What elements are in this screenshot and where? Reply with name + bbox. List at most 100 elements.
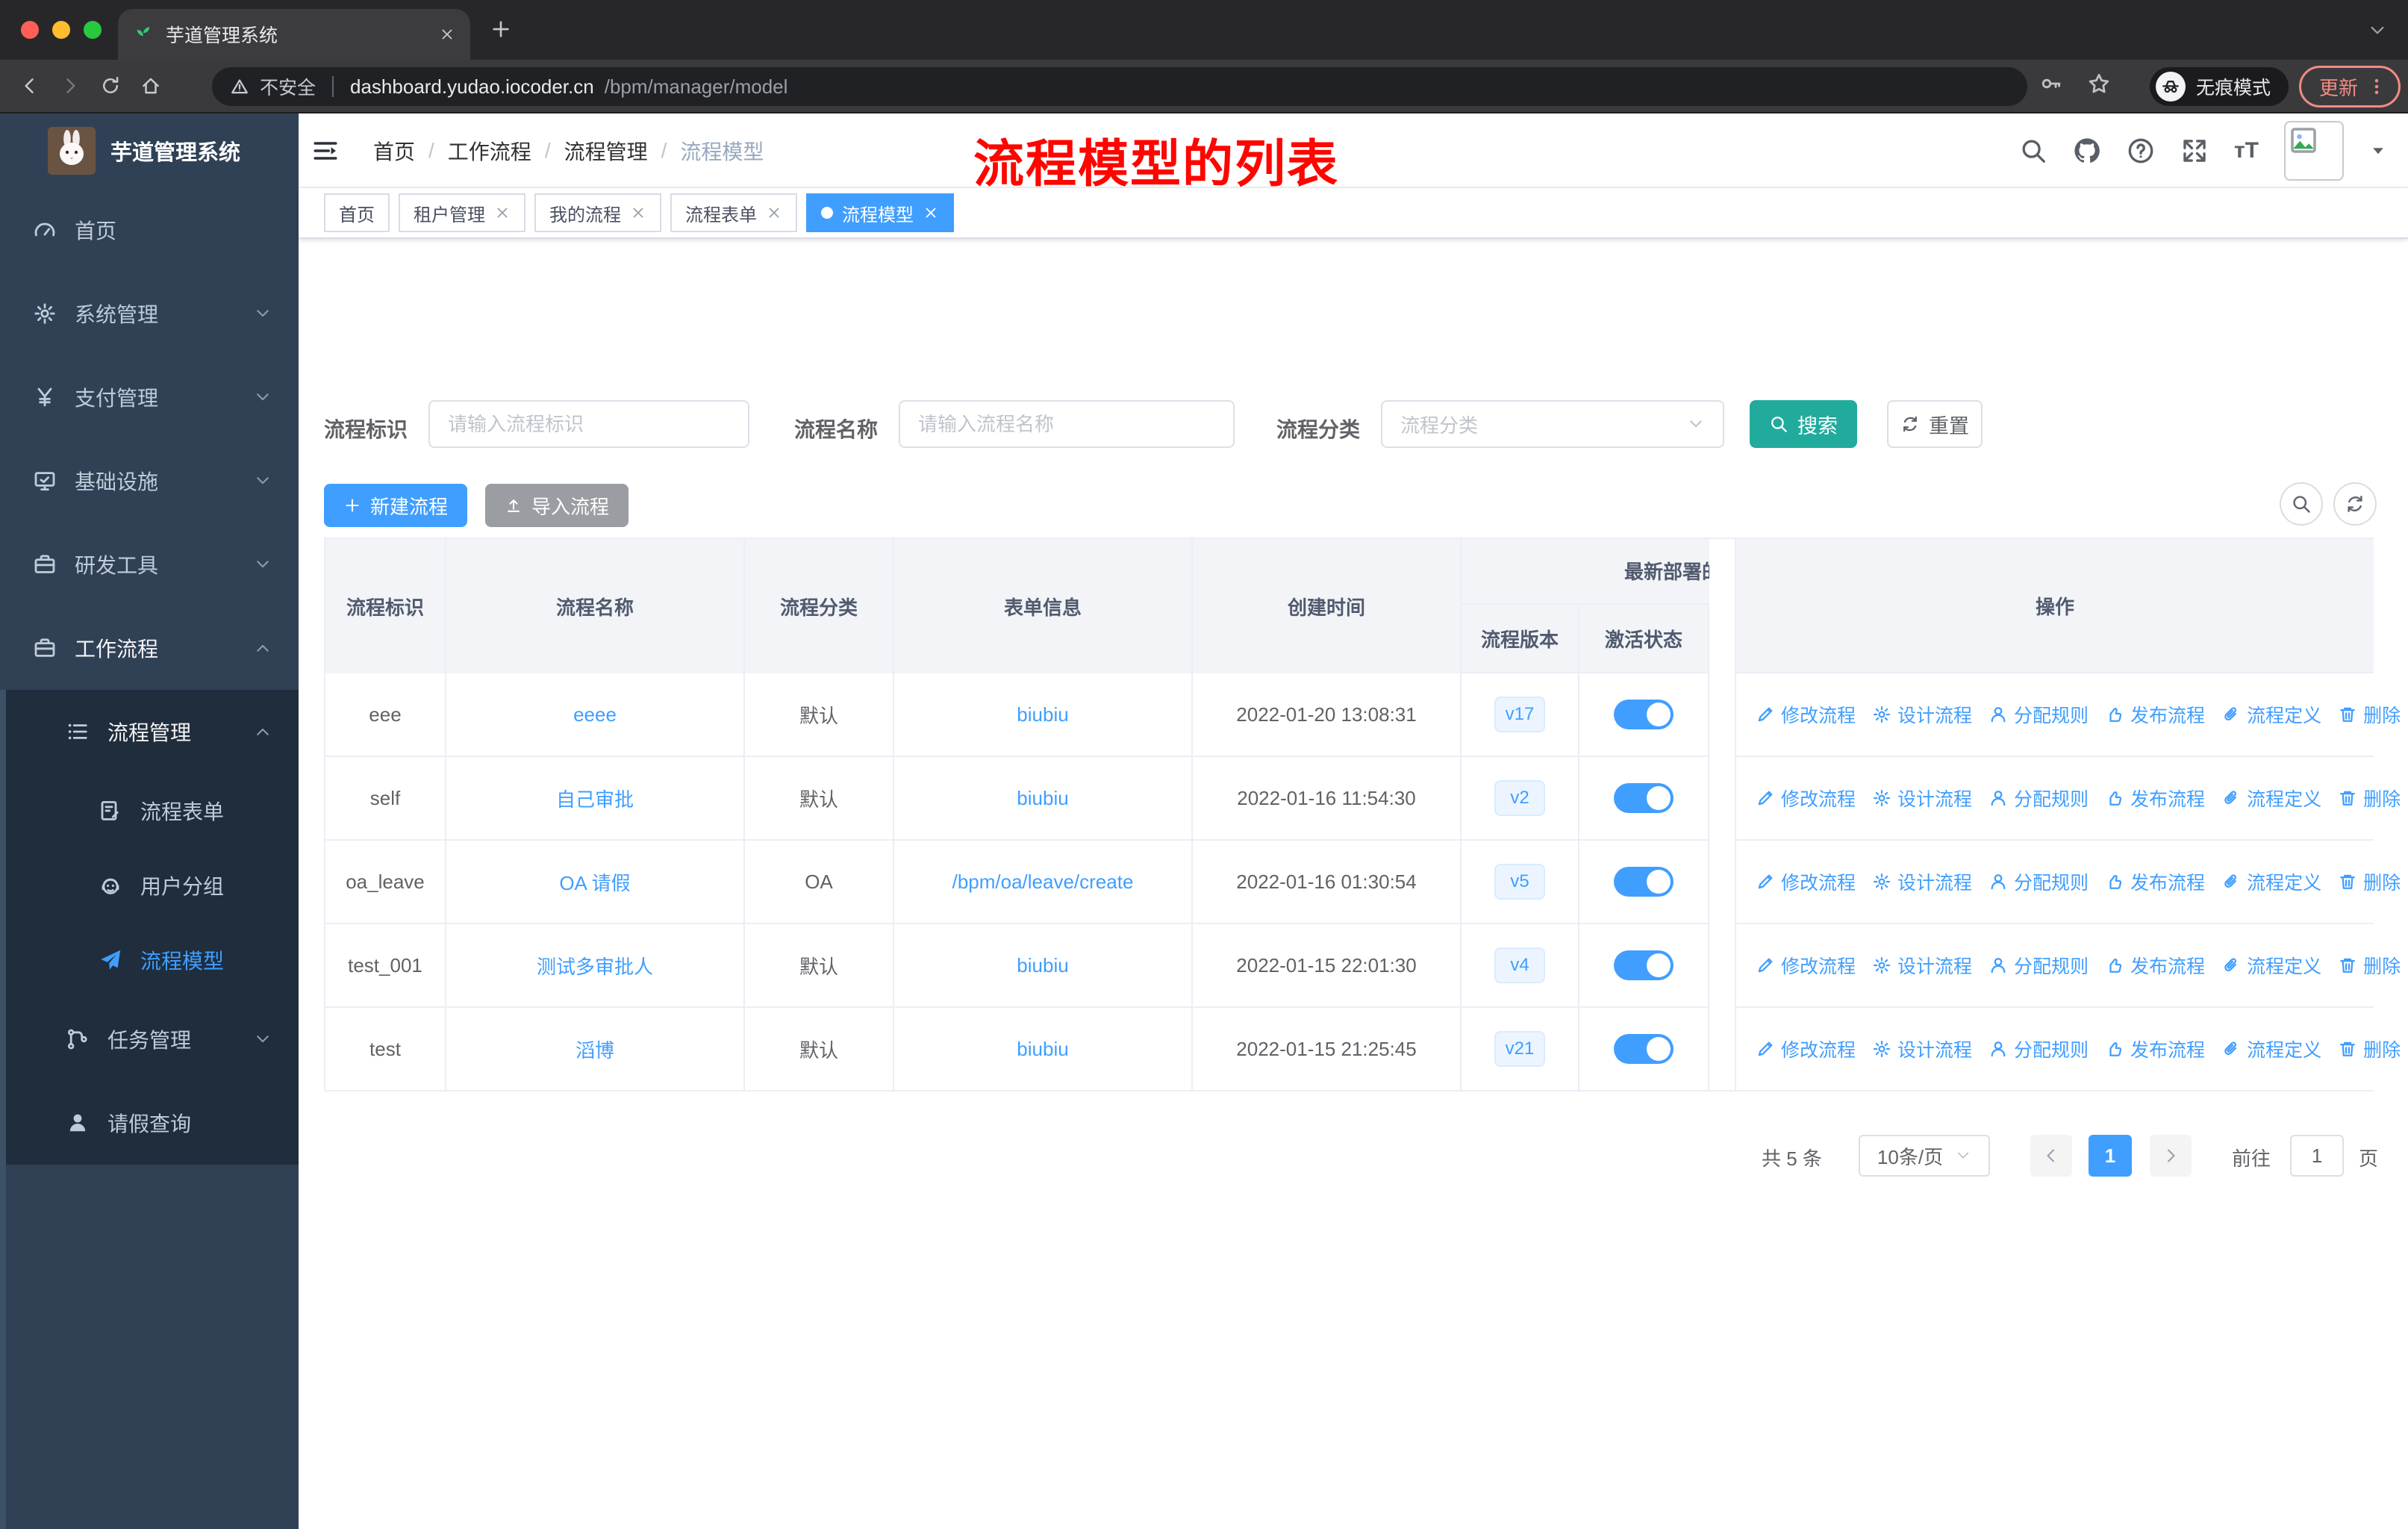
action-process-definition[interactable]: 流程定义 bbox=[2221, 1036, 2321, 1062]
process-name-link[interactable]: 测试多审批人 bbox=[537, 952, 653, 980]
search-button[interactable]: 搜索 bbox=[1750, 400, 1857, 448]
action-process-definition[interactable]: 流程定义 bbox=[2221, 701, 2321, 728]
form-info-link[interactable]: biubiu bbox=[1017, 787, 1068, 810]
caret-down-icon[interactable] bbox=[2369, 142, 2387, 160]
reset-button[interactable]: 重置 bbox=[1887, 400, 1983, 448]
action-process-definition[interactable]: 流程定义 bbox=[2221, 952, 2321, 979]
form-info-link[interactable]: /bpm/oa/leave/create bbox=[952, 871, 1134, 894]
search-icon[interactable] bbox=[2019, 137, 2047, 165]
window-minimize-button[interactable] bbox=[52, 21, 70, 39]
tag-my-process[interactable]: 我的流程 bbox=[534, 193, 661, 232]
tag-tenant[interactable]: 租户管理 bbox=[399, 193, 525, 232]
process-id-input[interactable] bbox=[428, 400, 749, 448]
new-tab-button[interactable] bbox=[490, 18, 512, 40]
active-toggle[interactable] bbox=[1614, 950, 1674, 980]
sidebar-item-home[interactable]: 首页 bbox=[0, 188, 299, 272]
reload-button[interactable] bbox=[100, 75, 121, 96]
action-delete[interactable]: 删除 bbox=[2338, 785, 2401, 812]
action-design-process[interactable]: 设计流程 bbox=[1872, 1036, 1972, 1062]
form-info-link[interactable]: biubiu bbox=[1017, 954, 1068, 977]
form-info-link[interactable]: biubiu bbox=[1017, 703, 1068, 726]
sidebar-item-devtools[interactable]: 研发工具 bbox=[0, 523, 299, 606]
breadcrumb-workflow[interactable]: 工作流程 bbox=[448, 136, 531, 166]
action-assign-rule[interactable]: 分配规则 bbox=[1989, 785, 2089, 812]
prev-page-button[interactable] bbox=[2030, 1135, 2072, 1177]
action-publish-process[interactable]: 发布流程 bbox=[2105, 1036, 2205, 1062]
action-modify-process[interactable]: 修改流程 bbox=[1756, 785, 1856, 812]
breadcrumb-home[interactable]: 首页 bbox=[373, 136, 415, 166]
close-icon[interactable] bbox=[494, 205, 511, 221]
action-delete[interactable]: 删除 bbox=[2338, 952, 2401, 979]
close-icon[interactable] bbox=[923, 205, 939, 221]
action-modify-process[interactable]: 修改流程 bbox=[1756, 868, 1856, 895]
help-icon[interactable] bbox=[2127, 137, 2155, 165]
active-toggle[interactable] bbox=[1614, 700, 1674, 729]
action-publish-process[interactable]: 发布流程 bbox=[2105, 785, 2205, 812]
action-process-definition[interactable]: 流程定义 bbox=[2221, 868, 2321, 895]
password-key-icon[interactable] bbox=[2039, 72, 2063, 96]
action-publish-process[interactable]: 发布流程 bbox=[2105, 952, 2205, 979]
close-icon[interactable] bbox=[630, 205, 646, 221]
window-close-button[interactable] bbox=[21, 21, 39, 39]
action-assign-rule[interactable]: 分配规则 bbox=[1989, 952, 2089, 979]
action-delete[interactable]: 删除 bbox=[2338, 701, 2401, 728]
sidebar-item-user-group[interactable]: 用户分组 bbox=[0, 848, 299, 923]
action-design-process[interactable]: 设计流程 bbox=[1872, 785, 1972, 812]
active-toggle[interactable] bbox=[1614, 783, 1674, 813]
action-design-process[interactable]: 设计流程 bbox=[1872, 952, 1972, 979]
process-name-link[interactable]: 滔博 bbox=[576, 1036, 614, 1063]
goto-page-input[interactable] bbox=[2290, 1135, 2344, 1177]
hamburger-icon[interactable] bbox=[311, 136, 340, 166]
sidebar-item-workflow[interactable]: 工作流程 bbox=[0, 606, 299, 690]
window-zoom-button[interactable] bbox=[84, 21, 102, 39]
sidebar-scrollbar[interactable] bbox=[0, 690, 6, 1529]
process-name-link[interactable]: OA 请假 bbox=[559, 868, 630, 896]
action-modify-process[interactable]: 修改流程 bbox=[1756, 1036, 1856, 1062]
action-modify-process[interactable]: 修改流程 bbox=[1756, 701, 1856, 728]
tag-home[interactable]: 首页 bbox=[324, 193, 390, 232]
action-assign-rule[interactable]: 分配规则 bbox=[1989, 868, 2089, 895]
action-publish-process[interactable]: 发布流程 bbox=[2105, 701, 2205, 728]
github-icon[interactable] bbox=[2073, 137, 2101, 165]
refresh-table-button[interactable] bbox=[2333, 482, 2377, 526]
next-page-button[interactable] bbox=[2150, 1135, 2192, 1177]
active-toggle[interactable] bbox=[1614, 867, 1674, 897]
sidebar-item-leave-query[interactable]: 请假查询 bbox=[0, 1081, 299, 1165]
current-page[interactable]: 1 bbox=[2089, 1135, 2132, 1177]
action-design-process[interactable]: 设计流程 bbox=[1872, 868, 1972, 895]
import-process-button[interactable]: 导入流程 bbox=[485, 484, 629, 527]
form-info-link[interactable]: biubiu bbox=[1017, 1038, 1068, 1061]
action-assign-rule[interactable]: 分配规则 bbox=[1989, 1036, 2089, 1062]
close-icon[interactable] bbox=[766, 205, 782, 221]
action-design-process[interactable]: 设计流程 bbox=[1872, 701, 1972, 728]
avatar[interactable] bbox=[2284, 121, 2344, 181]
forward-button[interactable] bbox=[60, 75, 81, 96]
browser-tab[interactable]: 芋道管理系统 bbox=[118, 9, 470, 60]
sidebar-item-payment[interactable]: 支付管理 bbox=[0, 355, 299, 439]
page-size-select[interactable]: 10条/页 bbox=[1859, 1135, 1990, 1177]
process-name-input[interactable] bbox=[899, 400, 1235, 448]
home-button[interactable] bbox=[140, 75, 161, 96]
process-name-link[interactable]: eeee bbox=[573, 703, 617, 726]
process-name-link[interactable]: 自己审批 bbox=[556, 785, 634, 812]
app-logo[interactable]: 芋道管理系统 bbox=[0, 113, 299, 188]
browser-update-button[interactable]: 更新 bbox=[2299, 66, 2401, 108]
bookmark-star-icon[interactable] bbox=[2087, 72, 2111, 96]
category-select[interactable]: 流程分类 bbox=[1381, 400, 1724, 448]
action-publish-process[interactable]: 发布流程 bbox=[2105, 868, 2205, 895]
sidebar-item-system[interactable]: 系统管理 bbox=[0, 272, 299, 355]
create-process-button[interactable]: 新建流程 bbox=[324, 484, 468, 527]
action-process-definition[interactable]: 流程定义 bbox=[2221, 785, 2321, 812]
action-modify-process[interactable]: 修改流程 bbox=[1756, 952, 1856, 979]
tab-close-icon[interactable] bbox=[439, 26, 455, 43]
back-button[interactable] bbox=[19, 75, 40, 96]
sidebar-item-process-form[interactable]: 流程表单 bbox=[0, 773, 299, 848]
sidebar-item-task-management[interactable]: 任务管理 bbox=[0, 997, 299, 1081]
sidebar-item-infrastructure[interactable]: 基础设施 bbox=[0, 439, 299, 523]
tab-search-icon[interactable] bbox=[2368, 21, 2387, 40]
tag-process-model[interactable]: 流程模型 bbox=[806, 193, 954, 232]
active-toggle[interactable] bbox=[1614, 1034, 1674, 1064]
address-bar[interactable]: 不安全 dashboard.yudao.iocoder.cn/bpm/manag… bbox=[212, 67, 2027, 106]
toggle-search-button[interactable] bbox=[2280, 482, 2323, 526]
font-size-icon[interactable]: ᴛT bbox=[2234, 138, 2259, 164]
